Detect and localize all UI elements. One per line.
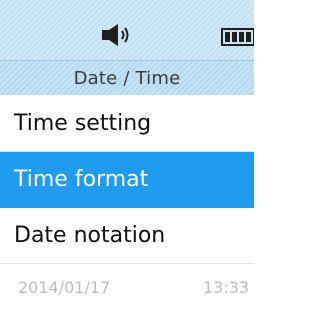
menu-item-time-setting[interactable]: Time setting [0,96,254,152]
battery-icon [221,28,254,46]
device-screen: Date / Time Time setting Time format Dat… [0,0,254,316]
menu-item-time-format[interactable]: Time format [0,152,254,208]
footer-info: 2014/01/17 13:33 [0,266,254,308]
page-title: Date / Time [73,67,181,89]
current-date: 2014/01/17 [18,277,111,297]
menu-list: Time setting Time format Date notation [0,96,254,264]
screen-header: Date / Time [0,60,254,95]
speaker-icon [102,24,129,46]
current-time: 13:33 [203,277,250,297]
status-bar [0,0,254,60]
menu-item-date-notation[interactable]: Date notation [0,208,254,264]
